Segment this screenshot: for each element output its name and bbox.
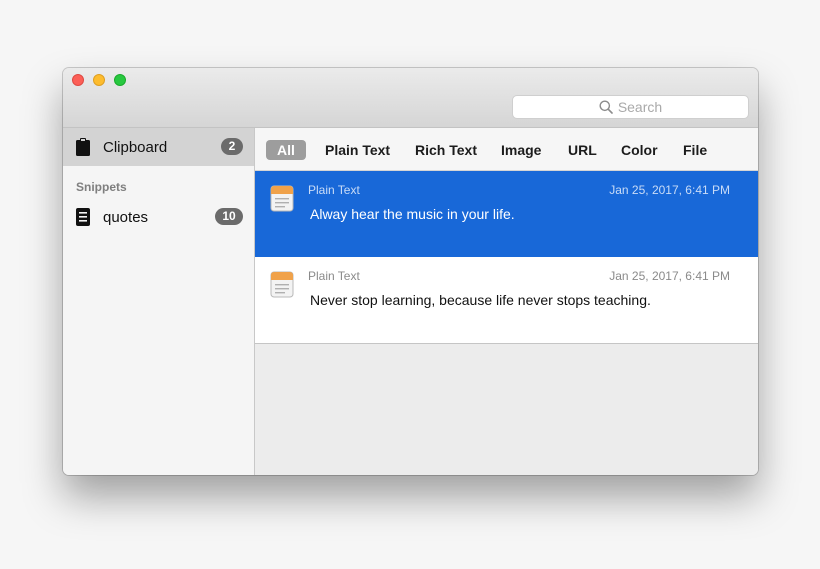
filter-bar: All Plain Text Rich Text Image URL Color… [255, 128, 758, 171]
maximize-window-button[interactable] [114, 74, 126, 86]
text-document-icon [270, 270, 294, 298]
close-window-button[interactable] [72, 74, 84, 86]
clip-date: Jan 25, 2017, 6:41 PM [609, 269, 730, 283]
clipboard-icon [76, 138, 90, 156]
main-panel: All Plain Text Rich Text Image URL Color… [255, 128, 758, 475]
titlebar: Search [63, 68, 758, 128]
quotes-count-badge: 10 [215, 208, 243, 225]
filter-rich-text[interactable]: Rich Text [415, 140, 477, 160]
sidebar-item-label: Clipboard [103, 139, 168, 156]
clip-type: Plain Text [308, 269, 360, 283]
text-document-icon [270, 184, 294, 212]
filter-file[interactable]: File [683, 140, 707, 160]
filter-image[interactable]: Image [501, 140, 541, 160]
sidebar-item-quotes[interactable]: quotes 10 [63, 200, 254, 234]
sidebar: Clipboard 2 Snippets quotes 10 [63, 128, 255, 475]
clip-type: Plain Text [308, 183, 360, 197]
clip-text: Alway hear the music in your life. [310, 206, 515, 222]
app-window: Search Clipboard 2 Snippets quotes 10 Al… [63, 68, 758, 475]
search-placeholder: Search [617, 99, 663, 115]
filter-plain-text[interactable]: Plain Text [325, 140, 390, 160]
note-icon [76, 208, 90, 226]
filter-color[interactable]: Color [621, 140, 658, 160]
sidebar-item-clipboard[interactable]: Clipboard 2 [63, 128, 254, 166]
clip-date: Jan 25, 2017, 6:41 PM [609, 183, 730, 197]
search-icon [599, 100, 613, 114]
clipboard-count-badge: 2 [221, 138, 243, 155]
sidebar-section-title: Snippets [76, 180, 127, 194]
filter-url[interactable]: URL [568, 140, 597, 160]
filter-all[interactable]: All [266, 140, 306, 160]
clip-item[interactable]: Plain Text Jan 25, 2017, 6:41 PM Alway h… [255, 171, 758, 257]
search-field[interactable]: Search [512, 95, 749, 119]
clip-item[interactable]: Plain Text Jan 25, 2017, 6:41 PM Never s… [255, 257, 758, 344]
sidebar-item-label: quotes [103, 209, 149, 226]
clip-text: Never stop learning, because life never … [310, 292, 651, 308]
minimize-window-button[interactable] [93, 74, 105, 86]
